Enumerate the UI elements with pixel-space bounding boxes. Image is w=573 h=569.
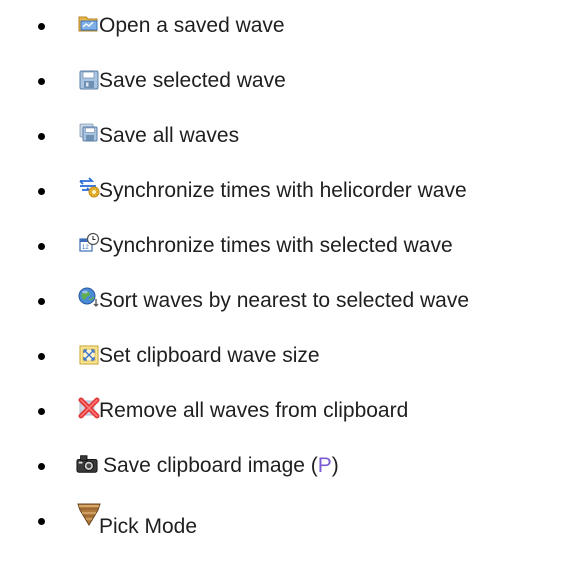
list-item-open-saved-wave: Open a saved wave [0, 6, 573, 46]
label-text: Save clipboard image ( [103, 454, 318, 477]
bullet [38, 463, 45, 470]
bullet [38, 298, 45, 305]
bullet [38, 133, 45, 140]
list-item-sync-selected: 12 Synchronize times with selected wave [0, 226, 573, 266]
list-item-label: Set clipboard wave size [99, 344, 320, 367]
list-item-pick-mode: Pick Mode [0, 501, 573, 541]
red-x-remove-icon [78, 397, 100, 419]
list-item-label: Open a saved wave [99, 14, 285, 37]
resize-frame-icon [78, 344, 100, 366]
bullet [38, 23, 45, 30]
bullet [38, 518, 45, 525]
bullet [38, 353, 45, 360]
list-item-save-selected-wave: Save selected wave [0, 61, 573, 101]
list-item-remove-all-waves: Remove all waves from clipboard [0, 391, 573, 431]
list-item-label: Save all waves [99, 124, 240, 147]
list-item-set-clipboard-size: Set clipboard wave size [0, 336, 573, 376]
camera-icon [76, 453, 98, 475]
list-item-save-all-waves: Save all waves [0, 116, 573, 156]
toolbar-legend-list: Open a saved wave Save selected wave Sav… [0, 0, 573, 569]
list-item-sort-by-nearest: Sort waves by nearest to selected wave [0, 281, 573, 321]
svg-text:12: 12 [82, 245, 89, 251]
label-text-end: ) [331, 454, 339, 477]
list-item-sync-helicorder: Synchronize times with helicorder wave [0, 171, 573, 211]
list-item-label: Synchronize times with helicorder wave [99, 179, 467, 202]
bullet [38, 243, 45, 250]
list-item-label: Remove all waves from clipboard [99, 399, 409, 422]
sync-helicorder-icon [78, 177, 100, 199]
list-item-label: Save selected wave [99, 69, 286, 92]
list-item-save-clipboard-image: Save clipboard image (P) [0, 446, 573, 486]
sync-calendar-clock-icon: 12 [78, 232, 100, 254]
globe-sort-icon [78, 287, 100, 309]
bullet [38, 408, 45, 415]
list-item-label: Sort waves by nearest to selected wave [99, 289, 470, 312]
list-item-label: Pick Mode [99, 515, 198, 538]
floppy-disk-icon [78, 69, 100, 91]
multiple-floppy-icon [78, 122, 100, 144]
bullet [38, 78, 45, 85]
list-item-label: Save clipboard image (P) [103, 454, 339, 478]
open-folder-icon [78, 12, 100, 34]
hotkey-letter: P [317, 454, 332, 477]
list-item-label: Synchronize times with selected wave [99, 234, 453, 257]
bullet [38, 188, 45, 195]
